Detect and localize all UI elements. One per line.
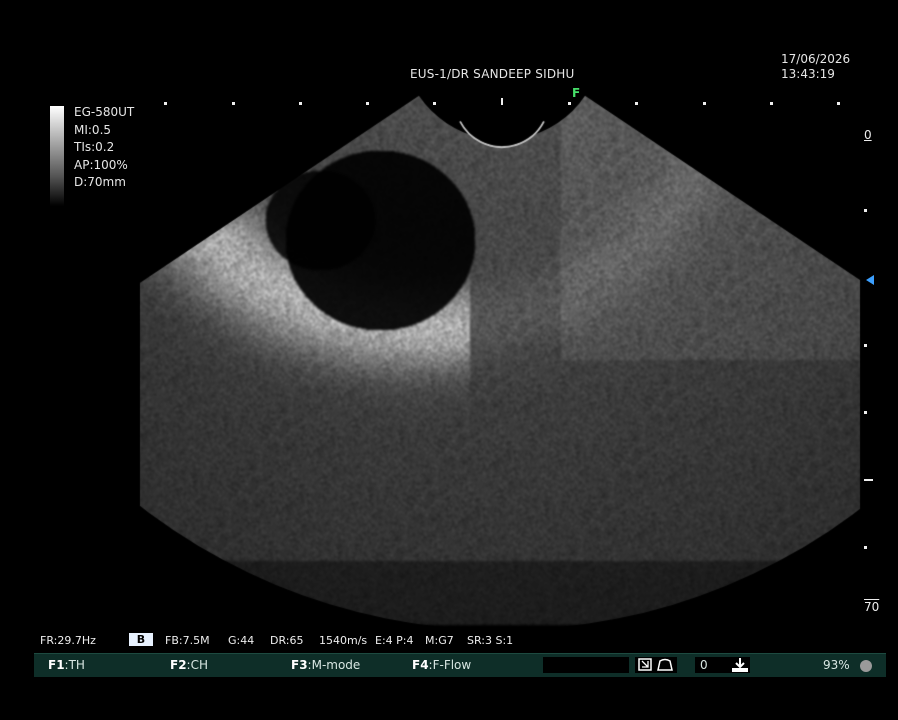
depth-tick: [864, 209, 867, 212]
depth-tick-major: [864, 479, 873, 481]
message-slot: [543, 657, 629, 673]
depth-label-top: 0: [864, 128, 872, 142]
depth-tick: [864, 411, 867, 414]
frame-rate: FR:29.7Hz: [40, 634, 96, 647]
tis-value: TIs:0.2: [74, 140, 115, 154]
sr-value: SR:3 S:1: [467, 634, 514, 647]
counter-value: 0: [700, 658, 708, 672]
scale-tick: [837, 102, 840, 105]
depth-value: D:70mm: [74, 175, 126, 189]
datetime: 17/06/2026 13:43:19: [781, 52, 850, 82]
depth-label-bottom: 70: [864, 600, 880, 614]
time-text: 13:43:19: [781, 67, 835, 81]
scale-tick: [703, 102, 706, 105]
date-text: 17/06/2026: [781, 52, 851, 66]
save-icon[interactable]: [728, 657, 752, 673]
focus-depth-arrow[interactable]: [866, 275, 874, 285]
gain-value: G:44: [228, 634, 255, 647]
battery-percent: 93%: [823, 658, 850, 672]
mi-value: MI:0.5: [74, 122, 112, 137]
scale-tick: [433, 102, 436, 105]
ep-value: E:4 P:4: [375, 634, 414, 647]
freeze-icon[interactable]: [635, 657, 677, 673]
mode-badge: B: [129, 633, 153, 646]
f1-key[interactable]: F1:TH: [48, 658, 85, 672]
scale-tick: [366, 102, 369, 105]
focus-f-marker: F: [572, 86, 581, 100]
depth-tick: [864, 344, 867, 347]
scale-tick: [568, 102, 571, 105]
fb-value: FB:7.5M: [165, 634, 210, 647]
f3-key[interactable]: F3:M-mode: [291, 658, 360, 672]
status-dot-icon: [860, 660, 872, 672]
depth-tick: [864, 546, 867, 549]
scale-tick: [232, 102, 235, 105]
ap-value: AP:100%: [74, 157, 128, 172]
sound-speed: 1540m/s: [319, 634, 368, 647]
scale-tick: [299, 102, 302, 105]
function-bar: F1:TH F2:CH F3:M-mode F4:F-Flow 0 93%: [34, 653, 886, 677]
param-panel: EG-580UT MI:0.5 TIs:0.2 AP:100% D:70mm: [74, 104, 134, 192]
f4-key[interactable]: F4:F-Flow: [412, 658, 471, 672]
scale-tick: [770, 102, 773, 105]
dr-value: DR:65: [270, 634, 304, 647]
exam-title: EUS-1/DR SANDEEP SIDHU: [410, 67, 575, 81]
mg-value: M:G7: [425, 634, 454, 647]
grayscale-bar: [50, 106, 64, 206]
scale-tick-center: [501, 98, 503, 105]
probe-model: EG-580UT: [74, 105, 135, 119]
ultrasound-image: [0, 0, 898, 720]
scale-tick: [635, 102, 638, 105]
scale-tick: [164, 102, 167, 105]
f2-key[interactable]: F2:CH: [170, 658, 208, 672]
